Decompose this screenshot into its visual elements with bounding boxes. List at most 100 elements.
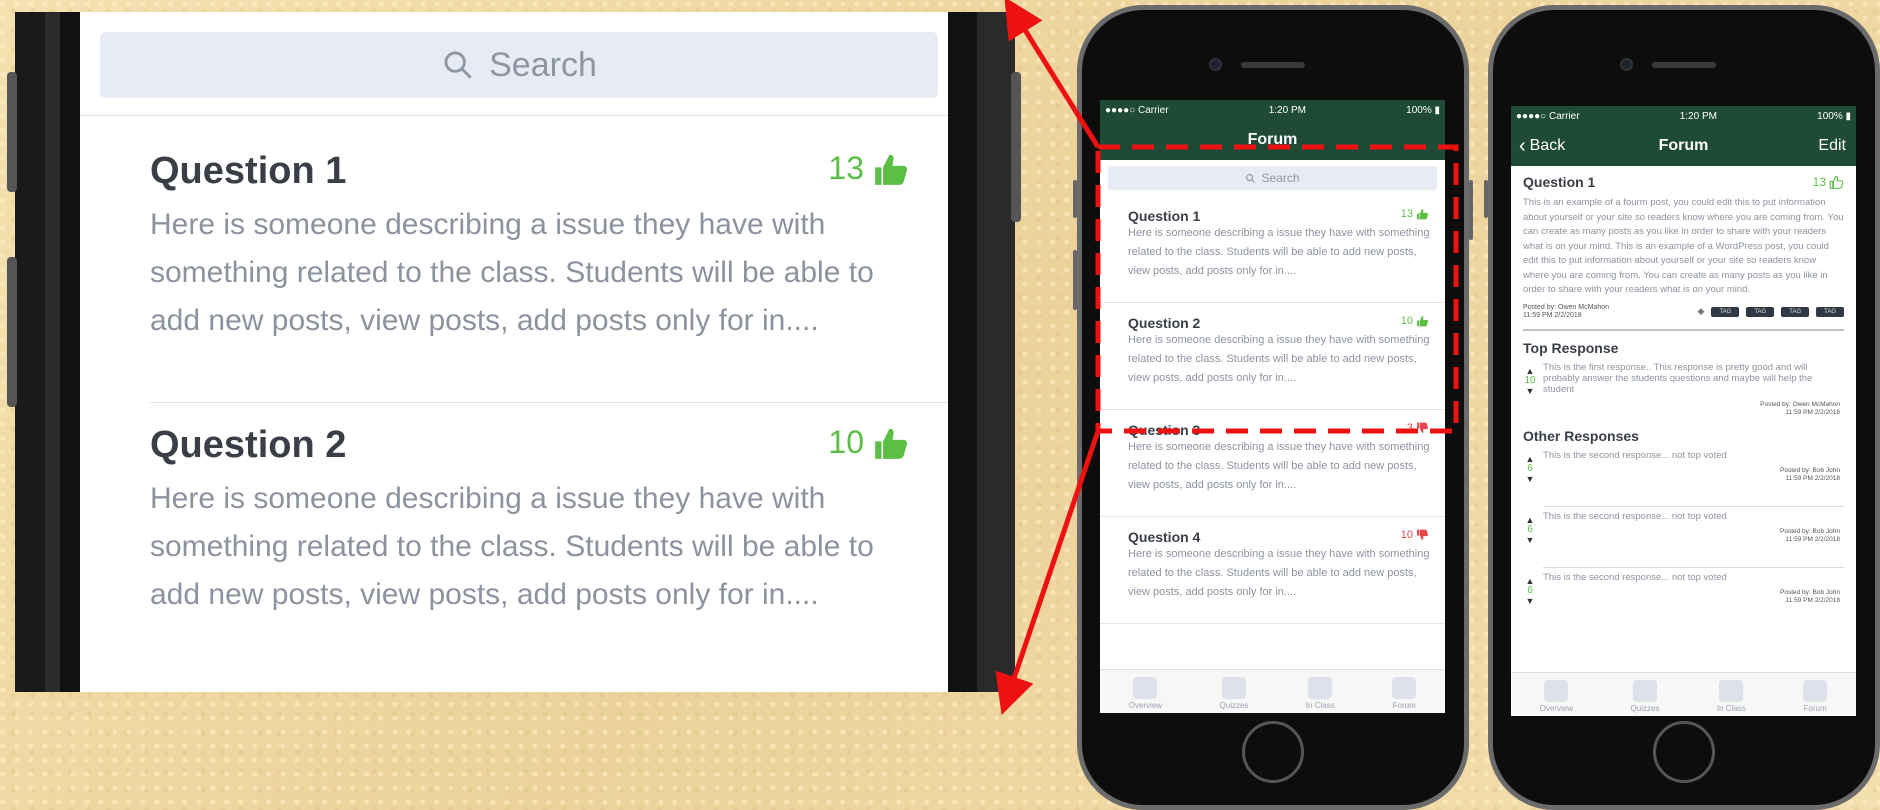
vote-count-value: 10 [1400,315,1413,327]
post-body: This is an example of a fourm post, you … [1523,197,1844,295]
tab-quizzes[interactable]: Quizzes [1631,680,1659,713]
overview-icon [1133,677,1158,699]
vote-count-value: 6 [1527,523,1533,535]
side-button [7,72,17,192]
battery: 100% ▮ [1406,104,1440,116]
status-bar: ●●●●○ Carrier 1:20 PM 100% ▮ [1100,100,1445,120]
response-text: This is the second response... not top v… [1543,449,1727,461]
vote-control: ▲ 6 ▼ [1523,576,1537,606]
question-body: Here is someone describing a issue they … [1128,548,1430,598]
tag[interactable]: TAG [1781,306,1810,317]
tab-in-class[interactable]: In Class [1717,680,1746,713]
question-title: Question 1 [150,150,347,192]
top-response-heading: Top Response [1523,339,1619,356]
back-button[interactable]: ‹ Back [1519,135,1565,158]
vote-count-value: 10 [1400,529,1413,541]
upvote-icon[interactable]: ▲ [1523,454,1537,464]
tag[interactable]: TAG [1746,306,1775,317]
tag-list: ◆ TAG TAG TAG TAG [1698,306,1844,317]
in-class-icon [1308,677,1333,699]
upvote-icon[interactable]: ▲ [1523,366,1537,376]
divider [80,115,948,116]
post-title: Question 1 [1523,174,1596,190]
edit-button[interactable]: Edit [1818,137,1846,155]
search-input[interactable]: Search [100,32,938,98]
camera [1620,58,1633,71]
upvote-icon[interactable]: ▲ [1523,576,1537,586]
question-title: Question 2 [150,424,347,466]
thumbs-up-outline-icon[interactable] [1829,175,1844,189]
thumbs-up-icon[interactable] [872,425,910,461]
phone-screen: ●●●●○ Carrier 1:20 PM 100% ▮ Forum Searc… [1100,100,1445,713]
response-author: Posted by: Owen McMahon 11:59 PM 2/2/201… [1760,400,1840,416]
vote-count-value: 10 [1524,374,1536,386]
tab-forum[interactable]: Forum [1392,677,1417,710]
search-placeholder: Search [489,45,597,84]
thumbs-down-icon[interactable] [1416,422,1429,434]
tab-bar: Overview Quizzes In Class Forum [1511,672,1856,716]
question-body: Here is someone describing a issue they … [1128,334,1430,384]
upvote-icon[interactable]: ▲ [1523,515,1537,525]
downvote-icon[interactable]: ▼ [1523,596,1537,606]
tag[interactable]: TAG [1816,306,1844,317]
zoomed-phone-panel: Search Question 1 13 Here is someone des… [7,12,1021,692]
tab-quizzes[interactable]: Quizzes [1220,677,1248,710]
question-item[interactable]: Question 3 3 Here is someone describing … [1100,410,1445,517]
vote-count-value: 10 [828,424,864,460]
forum-icon [1803,680,1828,702]
question-item[interactable]: Question 1 13 Here is someone describing… [150,150,910,345]
tab-bar: Overview Quizzes In Class Forum [1100,669,1445,713]
search-icon [1246,173,1256,183]
question-title: Question 1 [1128,208,1201,224]
question-item[interactable]: Question 2 10 Here is someone describing… [150,424,910,619]
vote-count-value: 13 [828,150,864,186]
downvote-icon[interactable]: ▼ [1523,535,1537,545]
search-input[interactable]: Search [1108,166,1437,190]
vote-count-value: 13 [1400,208,1413,220]
vote-control: ▲ 6 ▼ [1523,515,1537,545]
overview-icon [1544,680,1569,702]
vote-count: 3 [1407,422,1429,434]
divider [1543,505,1844,507]
nav-bar: ‹ Back Forum Edit [1511,126,1856,166]
thumbs-up-icon[interactable] [1416,208,1429,220]
chevron-left-icon: ‹ [1519,134,1526,157]
vote-count: 10 [1401,529,1429,541]
response-item: ▲ 6 ▼ This is the second response... not… [1523,511,1844,563]
response-text: This is the first response.. This respon… [1543,361,1813,395]
downvote-icon[interactable]: ▼ [1523,474,1537,484]
camera [1209,58,1222,71]
vote-count: 10 [828,424,910,461]
question-item[interactable]: Question 4 10 Here is someone describing… [1100,517,1445,624]
tab-in-class[interactable]: In Class [1306,677,1335,710]
downvote-icon[interactable]: ▼ [1523,386,1537,396]
tag[interactable]: TAG [1711,306,1740,317]
post-author: Posted by: Owen McMahon 11:59 PM 2/2/201… [1523,303,1609,319]
nav-bar: Forum [1100,120,1445,160]
thumbs-up-icon[interactable] [872,151,910,187]
carrier: ●●●●○ Carrier [1105,104,1169,116]
home-button[interactable] [1242,721,1304,783]
other-responses-heading: Other Responses [1523,427,1639,444]
search-placeholder: Search [1261,171,1300,185]
phone-screen: ●●●●○ Carrier 1:20 PM 100% ▮ ‹ Back Forum… [1511,106,1856,716]
response-author: Posted by: Bob John 11:59 PM 2/2/2018 [1780,588,1840,604]
question-body: Here is someone describing a issue they … [150,482,874,611]
tab-forum[interactable]: Forum [1803,680,1828,713]
response-item: ▲ 6 ▼ This is the second response... not… [1523,572,1844,624]
question-item[interactable]: Question 1 13 Here is someone describing… [1100,196,1445,303]
thumbs-down-icon[interactable] [1416,529,1429,541]
tab-overview[interactable]: Overview [1129,677,1162,710]
thumbs-up-icon[interactable] [1416,315,1429,327]
response-item: ▲ 6 ▼ This is the second response... not… [1523,450,1844,502]
home-button[interactable] [1653,721,1715,783]
response-text: This is the second response... not top v… [1543,571,1727,583]
question-item[interactable]: Question 2 10 Here is someone describing… [1100,303,1445,410]
question-body: Here is someone describing a issue they … [1128,441,1430,491]
vote-count-value: 3 [1406,422,1413,434]
question-title: Question 3 [1128,422,1201,438]
response-text: This is the second response... not top v… [1543,510,1727,522]
tab-overview[interactable]: Overview [1540,680,1573,713]
vote-control: ▲ 10 ▼ [1523,366,1537,396]
question-body: Here is someone describing a issue they … [150,208,874,337]
